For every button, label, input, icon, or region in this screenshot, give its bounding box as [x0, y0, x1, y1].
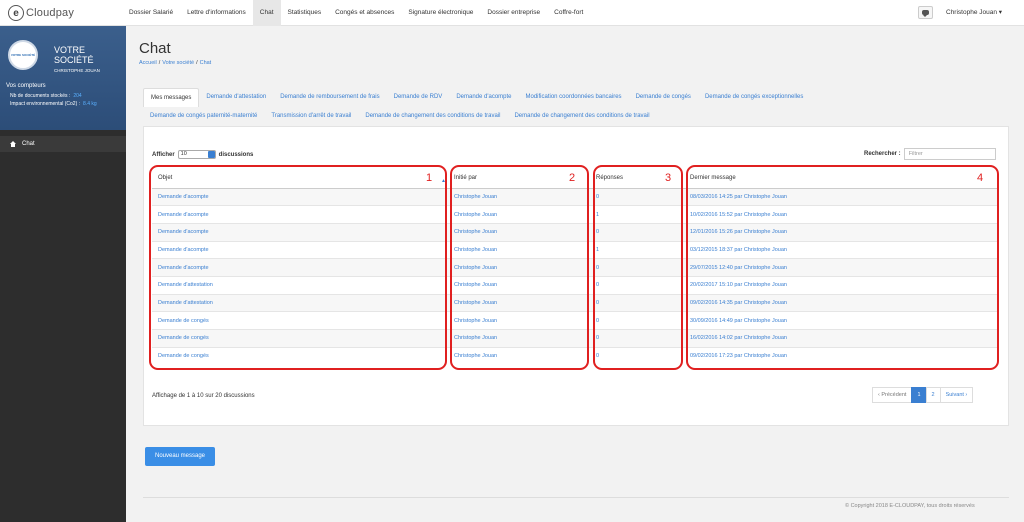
sidebar-username: CHRISTOPHE JOUAN: [54, 68, 100, 73]
page-title: Chat: [139, 40, 171, 57]
request-tabs: Mes messages Demande d'attestation Deman…: [143, 88, 1009, 126]
company-line1: VOTRE: [54, 45, 86, 55]
company-avatar: VOTRE SOCIÉTÉ: [8, 40, 38, 70]
counters-title: Vos compteurs: [6, 83, 46, 89]
tab-acompte[interactable]: Demande d'acompte: [449, 88, 518, 107]
breadcrumb-accueil[interactable]: Accueil: [139, 60, 157, 66]
nav-item-lettre-informations[interactable]: Lettre d'informations: [180, 0, 253, 26]
sidebar-item-chat[interactable]: Chat: [0, 136, 126, 152]
company-line2: SOCIÉTÉ: [54, 55, 94, 65]
select-arrow-icon: [207, 151, 215, 158]
page-length-control: Afficher 10 discussions: [152, 150, 253, 159]
new-message-button[interactable]: Nouveau message: [145, 447, 215, 466]
annotation-number-4: 4: [977, 172, 984, 184]
home-icon: [10, 141, 16, 147]
breadcrumb-chat[interactable]: Chat: [200, 60, 212, 66]
annotation-box-1: [149, 165, 447, 370]
annotation-number-2: 2: [569, 172, 576, 184]
show-suffix: discussions: [218, 151, 254, 158]
footer-divider: [143, 497, 1009, 498]
tab-rdv[interactable]: Demande de RDV: [387, 88, 450, 107]
counter-value: 8.4 kg: [83, 101, 97, 107]
breadcrumb-societe[interactable]: Votre société: [162, 60, 194, 66]
sidebar-header: VOTRE SOCIÉTÉ VOTRE SOCIÉTÉ CHRISTOPHE J…: [0, 26, 126, 130]
tab-changement-conditions[interactable]: Demande de changement des conditions de …: [358, 107, 507, 126]
page-length-value: 10: [180, 151, 187, 157]
logo-mark: e: [8, 5, 24, 21]
nav-item-statistiques[interactable]: Statistiques: [281, 0, 329, 26]
counter-label: Impact environnemental (Co2) :: [10, 101, 81, 107]
annotation-box-3: [593, 165, 683, 370]
counter-co2: Impact environnemental (Co2) :8.4 kg: [10, 101, 97, 107]
chat-notification-button[interactable]: [918, 6, 933, 19]
user-menu[interactable]: Christophe Jouan ▾: [946, 0, 1002, 26]
pagination-next[interactable]: Suivant ›: [939, 387, 974, 403]
nav-item-coffre-fort[interactable]: Coffre-fort: [547, 0, 590, 26]
nav-item-dossier-entreprise[interactable]: Dossier entreprise: [480, 0, 547, 26]
top-navbar: e Cloudpay Dossier Salarié Lettre d'info…: [0, 0, 1024, 26]
counter-value: 204: [73, 93, 82, 99]
tab-changement-conditions-2[interactable]: Demande de changement des conditions de …: [507, 107, 656, 126]
annotation-box-2: [450, 165, 589, 370]
tab-remboursement-frais[interactable]: Demande de remboursement de frais: [273, 88, 386, 107]
tab-conges[interactable]: Demande de congés: [629, 88, 698, 107]
pagination: ‹ Précédent 1 2 Suivant ›: [872, 387, 974, 403]
tab-row-1: Mes messages Demande d'attestation Deman…: [143, 88, 1009, 107]
tab-attestation[interactable]: Demande d'attestation: [199, 88, 273, 107]
tab-conges-paternite[interactable]: Demande de congés paternité-maternité: [143, 107, 264, 126]
pagination-page-2[interactable]: 2: [925, 387, 941, 403]
tab-mes-messages[interactable]: Mes messages: [143, 88, 200, 107]
search-label: Rechercher :: [864, 151, 901, 157]
sidebar: VOTRE SOCIÉTÉ VOTRE SOCIÉTÉ CHRISTOPHE J…: [0, 26, 126, 522]
show-label: Afficher: [152, 151, 175, 158]
nav-item-conges-absences[interactable]: Congés et absences: [328, 0, 401, 26]
pagination-page-1[interactable]: 1: [911, 387, 927, 403]
cloudpay-logo[interactable]: e Cloudpay: [8, 4, 74, 22]
logo-text: Cloudpay: [26, 7, 75, 19]
search-input[interactable]: Filtrer: [903, 148, 996, 160]
sidebar-item-label: Chat: [22, 141, 35, 147]
nav-item-signature[interactable]: Signature électronique: [401, 0, 480, 26]
tab-conges-exceptionnelles[interactable]: Demande de congés exceptionnelles: [698, 88, 810, 107]
pagination-prev[interactable]: ‹ Précédent: [872, 387, 913, 403]
annotation-box-4: [686, 165, 999, 370]
nav-item-chat[interactable]: Chat: [252, 0, 281, 26]
search-control: Rechercher : Filtrer: [864, 148, 996, 160]
annotation-number-1: 1: [426, 172, 433, 184]
counter-documents: Nb de documents stockés :204: [10, 93, 82, 99]
chat-bubble-icon: [922, 10, 929, 17]
counter-label: Nb de documents stockés :: [10, 93, 71, 99]
tab-row-2: Demande de congés paternité-maternité Tr…: [143, 107, 1009, 126]
main-nav: Dossier Salarié Lettre d'informations Ch…: [122, 0, 590, 26]
footer-copyright: © Copyright 2018 E-CLOUDPAY, tous droits…: [845, 503, 975, 509]
table-info: Affichage de 1 à 10 sur 20 discussions: [152, 393, 255, 399]
tab-arret-travail[interactable]: Transmission d'arrêt de travail: [264, 107, 358, 126]
avatar-text: VOTRE SOCIÉTÉ: [10, 53, 36, 57]
page-length-select[interactable]: 10: [177, 150, 216, 159]
tab-coordonnees-bancaires[interactable]: Modification coordonnées bancaires: [519, 88, 629, 107]
breadcrumb: Accueil / Votre société / Chat: [139, 60, 212, 66]
annotation-number-3: 3: [665, 172, 672, 184]
company-name: VOTRE SOCIÉTÉ: [54, 45, 94, 65]
nav-item-dossier-salarie[interactable]: Dossier Salarié: [122, 0, 180, 26]
